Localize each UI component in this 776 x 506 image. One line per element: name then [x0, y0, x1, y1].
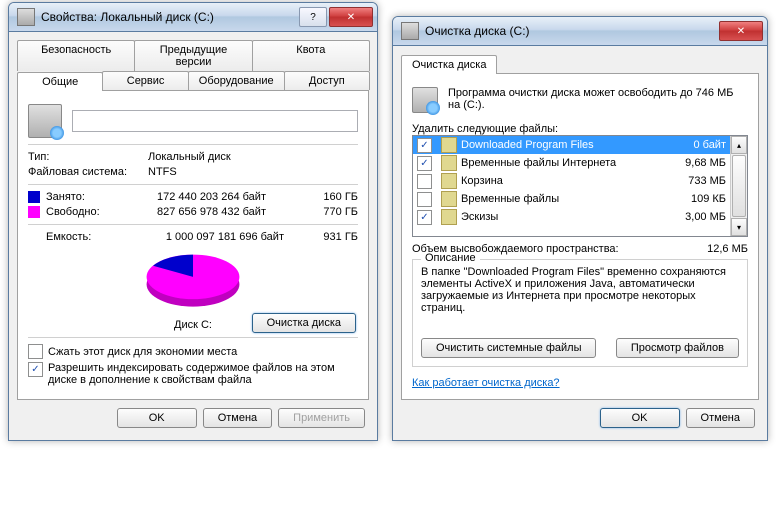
tab-cleanup[interactable]: Очистка диска — [401, 55, 497, 74]
compress-label: Сжать этот диск для экономии места — [48, 346, 237, 358]
file-list: ✓ Downloaded Program Files 0 байт ✓ Временны… — [412, 135, 748, 237]
description-group: Описание В папке "Downloaded Program Fil… — [412, 259, 748, 367]
scrollbar[interactable]: ▴ ▾ — [730, 136, 747, 236]
tab-hardware[interactable]: Оборудование — [188, 71, 285, 90]
clean-system-files-button[interactable]: Очистить системные файлы — [421, 338, 596, 358]
used-bytes: 172 440 203 264 байт — [116, 191, 266, 203]
volume-name-input[interactable] — [72, 110, 358, 132]
fs-label: Файловая система: — [28, 166, 148, 178]
tab-strip: Безопасность Предыдущие версии Квота Общ… — [17, 40, 369, 90]
item-size: 109 КБ — [666, 193, 726, 205]
scroll-down-button[interactable]: ▾ — [731, 218, 747, 236]
scroll-thumb[interactable] — [732, 155, 746, 217]
cleanup-icon — [401, 22, 419, 40]
cancel-button[interactable]: Отмена — [203, 408, 272, 428]
index-checkbox[interactable]: ✓ — [28, 362, 43, 377]
used-color-icon — [28, 191, 40, 203]
item-size: 0 байт — [666, 139, 726, 151]
item-size: 9,68 МБ — [666, 157, 726, 169]
item-name: Временные файлы — [461, 193, 662, 205]
freed-value: 12,6 МБ — [707, 243, 748, 255]
cleanup-window: Очистка диска (C:) ✕ Очистка диска Прогр… — [392, 16, 768, 441]
apply-button[interactable]: Применить — [278, 408, 365, 428]
tab-previous-versions[interactable]: Предыдущие версии — [134, 40, 252, 71]
scroll-up-button[interactable]: ▴ — [731, 136, 747, 154]
properties-window: Свойства: Локальный диск (C:) ? ✕ Безопа… — [8, 2, 378, 441]
free-bytes: 827 656 978 432 байт — [116, 206, 266, 218]
help-button[interactable]: ? — [299, 7, 327, 27]
window-title: Свойства: Локальный диск (C:) — [41, 10, 299, 24]
type-label: Тип: — [28, 151, 148, 163]
list-item[interactable]: Корзина 733 МБ — [413, 172, 730, 190]
tab-content: Программа очистки диска может освободить… — [401, 73, 759, 400]
titlebar[interactable]: Свойства: Локальный диск (C:) ? ✕ — [9, 3, 377, 32]
tab-general[interactable]: Общие — [17, 72, 103, 91]
ok-button[interactable]: OK — [117, 408, 197, 428]
list-item[interactable]: ✓ Временные файлы Интернета 9,68 МБ — [413, 154, 730, 172]
item-size: 3,00 МБ — [666, 211, 726, 223]
used-gb: 160 ГБ — [266, 191, 358, 203]
file-icon — [441, 209, 457, 225]
close-button[interactable]: ✕ — [719, 21, 763, 41]
file-icon — [441, 191, 457, 207]
index-label: Разрешить индексировать содержимое файло… — [48, 362, 358, 386]
disk-cleanup-button[interactable]: Очистка диска — [252, 313, 356, 333]
list-item[interactable]: Временные файлы 109 КБ — [413, 190, 730, 208]
drive-icon — [412, 87, 438, 113]
item-size: 733 МБ — [666, 175, 726, 187]
capacity-gb: 931 ГБ — [284, 231, 358, 243]
item-checkbox[interactable]: ✓ — [417, 138, 432, 153]
drive-icon-sm — [17, 8, 35, 26]
summary-text: Программа очистки диска может освободить… — [448, 87, 748, 111]
free-gb: 770 ГБ — [266, 206, 358, 218]
free-color-icon — [28, 206, 40, 218]
item-name: Корзина — [461, 175, 662, 187]
ok-button[interactable]: OK — [600, 408, 680, 428]
view-files-button[interactable]: Просмотр файлов — [616, 338, 739, 358]
item-checkbox[interactable]: ✓ — [417, 156, 432, 171]
tab-tools[interactable]: Сервис — [102, 71, 188, 90]
capacity-bytes: 1 000 097 181 696 байт — [134, 231, 284, 243]
fs-value: NTFS — [148, 166, 177, 178]
cancel-button[interactable]: Отмена — [686, 408, 755, 428]
tab-content: Тип:Локальный диск Файловая система:NTFS… — [17, 90, 369, 400]
tab-security[interactable]: Безопасность — [17, 40, 135, 71]
usage-pie-chart — [133, 249, 253, 314]
item-name: Временные файлы Интернета — [461, 157, 662, 169]
description-title: Описание — [421, 252, 480, 264]
used-label: Занято: — [46, 191, 116, 203]
free-label: Свободно: — [46, 206, 116, 218]
item-checkbox[interactable] — [417, 192, 432, 207]
titlebar[interactable]: Очистка диска (C:) ✕ — [393, 17, 767, 46]
file-icon — [441, 155, 457, 171]
compress-checkbox[interactable] — [28, 344, 43, 359]
type-value: Локальный диск — [148, 151, 231, 163]
tab-sharing[interactable]: Доступ — [284, 71, 370, 90]
description-text: В папке "Downloaded Program Files" време… — [421, 266, 739, 326]
item-checkbox[interactable]: ✓ — [417, 210, 432, 225]
item-name: Downloaded Program Files — [461, 139, 662, 151]
item-checkbox[interactable] — [417, 174, 432, 189]
capacity-label: Емкость: — [28, 231, 134, 243]
list-item[interactable]: ✓ Эскизы 3,00 МБ — [413, 208, 730, 226]
close-button[interactable]: ✕ — [329, 7, 373, 27]
delete-files-label: Удалить следующие файлы: — [412, 123, 748, 135]
item-name: Эскизы — [461, 211, 662, 223]
file-icon — [441, 173, 457, 189]
file-icon — [441, 137, 457, 153]
window-title: Очистка диска (C:) — [425, 24, 719, 38]
drive-icon — [28, 104, 62, 138]
list-item[interactable]: ✓ Downloaded Program Files 0 байт — [413, 136, 730, 154]
tab-quota[interactable]: Квота — [252, 40, 370, 71]
how-it-works-link[interactable]: Как работает очистка диска? — [412, 377, 560, 389]
